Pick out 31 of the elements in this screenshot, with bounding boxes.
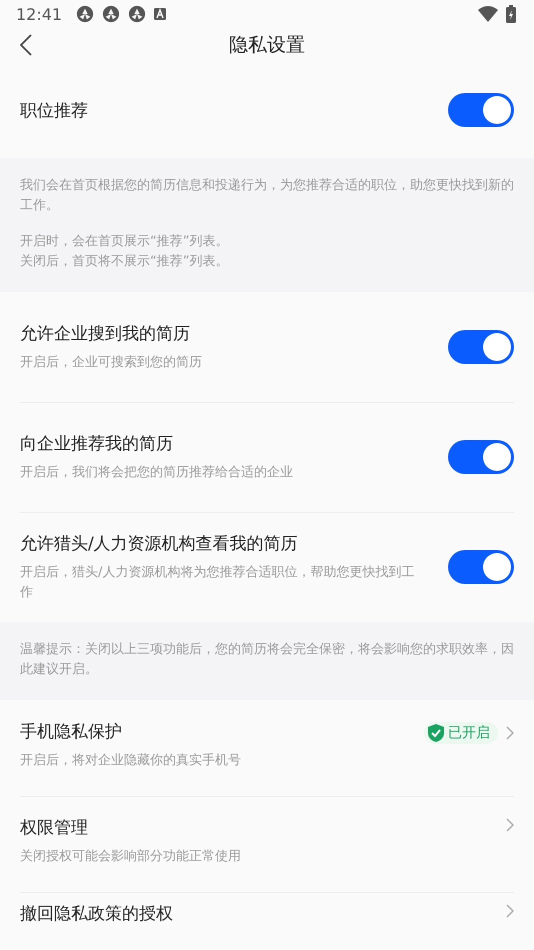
toggle-switch[interactable] bbox=[448, 440, 514, 474]
setting-description: 开启后，将对企业隐藏你的真实手机号 bbox=[20, 752, 242, 770]
setting-title[interactable]: 撤回隐私政策的授权 bbox=[20, 902, 440, 925]
notification-icon bbox=[102, 5, 120, 23]
notification-icon bbox=[76, 5, 94, 23]
setting-title: 允许企业搜到我的简历 bbox=[20, 322, 191, 345]
status-text: 已开启 bbox=[448, 724, 490, 742]
keyboard-icon bbox=[154, 8, 166, 20]
battery-icon bbox=[506, 5, 516, 23]
note-text: 开启时，会在首页展示“推荐”列表。 bbox=[20, 233, 230, 251]
setting-description: 开启后，我们将会把您的简历推荐给合适的企业 bbox=[20, 464, 294, 482]
setting-title[interactable]: 权限管理 bbox=[20, 816, 440, 839]
toggle-switch[interactable] bbox=[448, 93, 514, 127]
notification-icon bbox=[128, 5, 146, 23]
note-text: 温馨提示：关闭以上三项功能后，您的简历将会完全保密，将会影响您的求职效率，因此建议开启。 bbox=[20, 641, 514, 679]
toggle-switch[interactable] bbox=[448, 550, 514, 584]
setting-title: 允许猎头/人力资源机构查看我的简历 bbox=[20, 533, 299, 555]
setting-title[interactable]: 手机隐私保护 bbox=[20, 720, 424, 743]
shield-check-icon bbox=[428, 724, 444, 742]
setting-description: 开启后，猎头/人力资源机构将为您推荐合适职位，帮助您更快找到工作 bbox=[20, 564, 416, 602]
setting-title: 向企业推荐我的简历 bbox=[20, 432, 174, 455]
back-icon[interactable] bbox=[20, 34, 32, 56]
wifi-icon bbox=[478, 6, 498, 22]
setting-description: 开启后，企业可搜索到您的简历 bbox=[20, 354, 203, 372]
note-text: 我们会在首页根据您的简历信息和投递行为，为您推荐合适的职位，助您更快找到新的工作。 bbox=[20, 177, 514, 215]
toggle-switch[interactable] bbox=[448, 330, 514, 364]
setting-title: 职位推荐 bbox=[20, 100, 89, 122]
note-text: 关闭后，首页将不展示“推荐”列表。 bbox=[20, 253, 230, 271]
status-time: 12:41 bbox=[16, 4, 62, 24]
page-title: 隐私设置 bbox=[229, 33, 305, 58]
setting-description: 关闭授权可能会影响部分功能正常使用 bbox=[20, 848, 242, 866]
